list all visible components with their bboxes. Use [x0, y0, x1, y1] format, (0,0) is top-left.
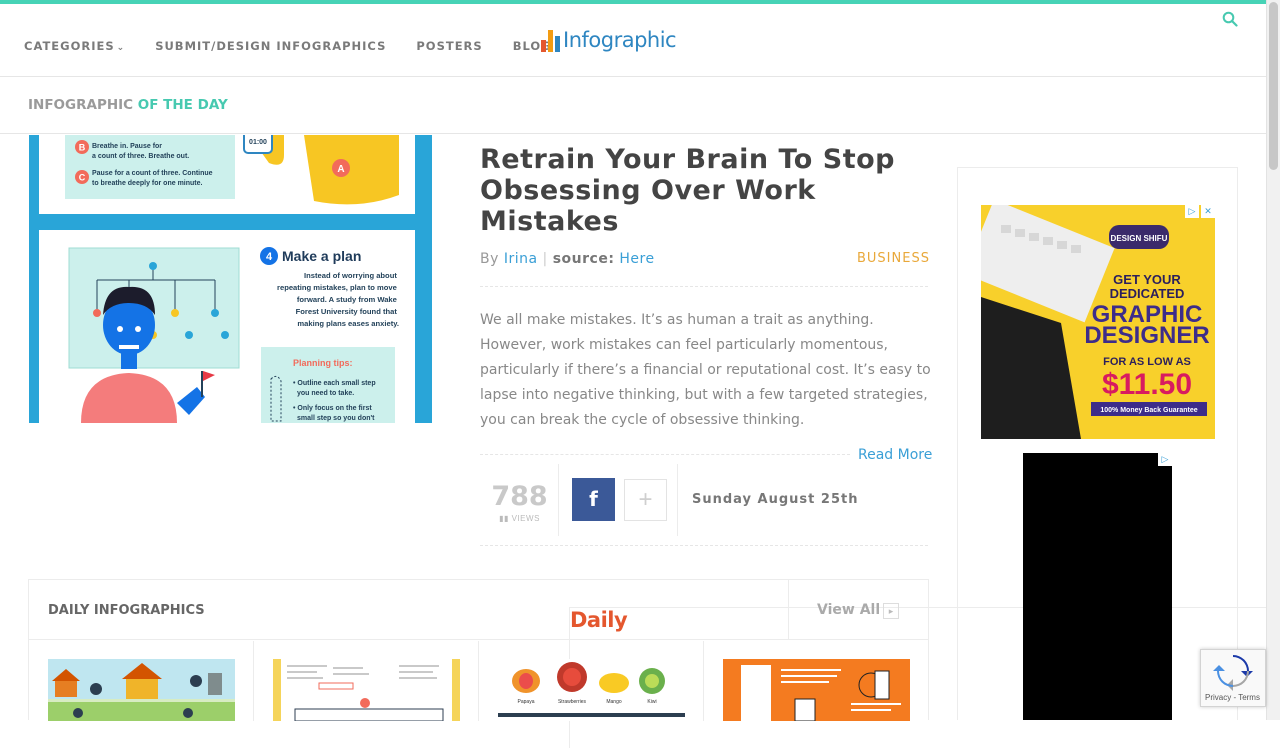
- list-item: [254, 641, 479, 721]
- article-byline: By Irina | source: Here: [480, 251, 655, 267]
- svg-text:$11.50: $11.50: [1102, 368, 1192, 401]
- more-share-button[interactable]: +: [624, 479, 667, 521]
- chevron-right-icon: ▸: [883, 603, 899, 619]
- view-count: 788: [491, 481, 548, 512]
- thumbnail-image[interactable]: [723, 659, 910, 721]
- svg-text:DESIGNER: DESIGNER: [1084, 322, 1209, 349]
- thumbnail-image[interactable]: Papaya Strawberries Mango Kiwi: [498, 659, 685, 721]
- featured-infographic-image[interactable]: B Breathe in. Pause for a count of three…: [29, 135, 432, 423]
- panel-title: DAILY INFOGRAPHICS: [48, 603, 205, 618]
- thumbnail-image[interactable]: [273, 659, 460, 721]
- recaptcha-badge[interactable]: Privacy - Terms: [1200, 649, 1266, 707]
- svg-text:Mango: Mango: [606, 699, 622, 705]
- panel-header: DAILY INFOGRAPHICS View All ▸: [29, 580, 928, 640]
- bar-chart-icon: ▮▮: [499, 514, 509, 523]
- advertisement-banner[interactable]: DESIGN SHIFU GET YOUR DEDICATED GRAPHIC …: [981, 205, 1215, 439]
- facebook-icon: f: [589, 487, 598, 511]
- views-label: VIEWS: [511, 514, 540, 523]
- svg-text:Planning tips:: Planning tips:: [293, 358, 353, 368]
- close-ad-icon[interactable]: ✕: [1201, 205, 1215, 218]
- svg-text:A: A: [337, 164, 344, 175]
- publish-date: Sunday August 25th: [692, 492, 859, 507]
- author-link[interactable]: Irina: [504, 251, 538, 267]
- svg-text:DEDICATED: DEDICATED: [1110, 286, 1185, 301]
- article-meta-bar: 788 ▮▮ VIEWS f + Sunday August 25th: [480, 464, 928, 546]
- svg-text:Papaya: Papaya: [518, 699, 535, 705]
- list-item: Papaya Strawberries Mango Kiwi: [479, 641, 704, 721]
- svg-text:B: B: [79, 143, 86, 153]
- svg-text:FOR AS LOW AS: FOR AS LOW AS: [1103, 356, 1191, 368]
- search-icon[interactable]: [1222, 11, 1240, 29]
- adchoices-icon[interactable]: ▷: [1158, 453, 1172, 466]
- divider: [480, 286, 928, 287]
- svg-text:Make a plan: Make a plan: [282, 248, 361, 264]
- main-nav: CATEGORIES ⌄ SUBMIT/DESIGN INFOGRAPHICS P…: [24, 39, 582, 53]
- category-link[interactable]: BUSINESS: [857, 251, 930, 266]
- list-item: [29, 641, 254, 721]
- recaptcha-icon: [1213, 655, 1253, 691]
- svg-text:C: C: [79, 173, 86, 183]
- view-all-button[interactable]: View All ▸: [788, 580, 928, 640]
- timer-text: 01:00: [249, 139, 267, 146]
- svg-text:100% Money Back Guarantee: 100% Money Back Guarantee: [1100, 407, 1197, 414]
- site-header: CATEGORIES ⌄ SUBMIT/DESIGN INFOGRAPHICS P…: [0, 4, 1280, 748]
- infographic-thumbnails: Papaya Strawberries Mango Kiwi: [29, 641, 928, 721]
- divider: [480, 454, 850, 455]
- chevron-down-icon: ⌄: [116, 43, 126, 53]
- article-title[interactable]: Retrain Your Brain To Stop Obsessing Ove…: [480, 144, 930, 237]
- svg-text:Kiwi: Kiwi: [647, 699, 656, 705]
- svg-text:Strawberries: Strawberries: [558, 699, 587, 705]
- svg-text:GET YOUR: GET YOUR: [1113, 272, 1181, 287]
- adchoices-icon[interactable]: ▷: [1185, 205, 1199, 218]
- svg-text:DESIGN SHIFU: DESIGN SHIFU: [1111, 234, 1168, 243]
- read-more-link[interactable]: Read More: [858, 447, 932, 463]
- page-scrollbar[interactable]: [1266, 0, 1280, 720]
- divider: [677, 464, 678, 536]
- section-title: INFOGRAPHIC OF THE DAY: [28, 97, 228, 113]
- logo-bars-icon: [541, 30, 560, 52]
- facebook-share-button[interactable]: f: [572, 478, 615, 521]
- nav-categories[interactable]: CATEGORIES ⌄: [24, 39, 125, 53]
- section-header: INFOGRAPHIC OF THE DAY: [0, 78, 1266, 134]
- plus-icon: +: [638, 486, 653, 513]
- view-counter: 788 ▮▮ VIEWS: [480, 464, 559, 536]
- source-link[interactable]: Here: [619, 251, 654, 267]
- nav-posters[interactable]: POSTERS: [416, 39, 482, 53]
- scrollbar-thumb[interactable]: [1269, 2, 1278, 170]
- svg-text:4: 4: [266, 251, 273, 263]
- list-item: [704, 641, 929, 721]
- daily-infographics-panel: DAILY INFOGRAPHICS View All ▸ Papaya Str…: [28, 579, 929, 721]
- video-advertisement[interactable]: ▷: [1023, 453, 1172, 720]
- site-logo[interactable]: Daily Infographic: [541, 28, 1280, 748]
- article-excerpt: We all make mistakes. It’s as human a tr…: [480, 312, 931, 428]
- thumbnail-image[interactable]: [48, 659, 235, 721]
- nav-submit-design[interactable]: SUBMIT/DESIGN INFOGRAPHICS: [155, 39, 386, 53]
